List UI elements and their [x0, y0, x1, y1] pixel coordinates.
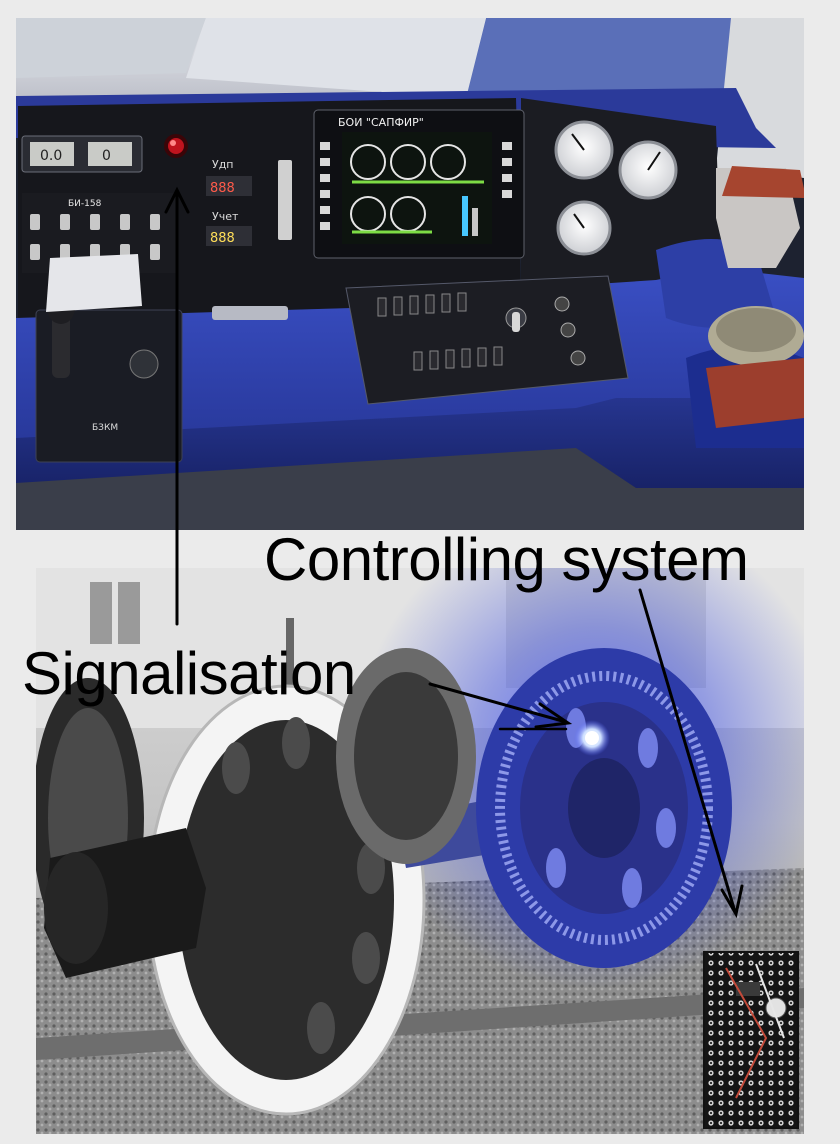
svg-text:0: 0	[102, 148, 111, 164]
svg-text:888: 888	[210, 231, 235, 246]
boi-title: БОИ "САПФИР"	[338, 116, 424, 129]
console-photo: 0.0 0 БИ-158 Удп 888 Учет 888 БОИ "САПФИ…	[16, 18, 804, 530]
bi-label: БИ-158	[68, 199, 102, 209]
poster: 0.0 0 БИ-158 Удп 888 Учет 888 БОИ "САПФИ…	[0, 0, 840, 1144]
svg-text:0.0: 0.0	[40, 148, 62, 164]
udp-label: Удп	[212, 158, 234, 171]
controlling-system-label: Controlling system	[264, 526, 749, 593]
red-signal-lamp	[168, 138, 184, 154]
uchet-label: Учет	[212, 210, 239, 223]
controller-board	[703, 951, 799, 1129]
bkm-label: БЗКМ	[92, 423, 118, 433]
svg-text:888: 888	[210, 181, 235, 196]
console-illustration: 0.0 0 БИ-158 Удп 888 Учет 888 БОИ "САПФИ…	[16, 18, 804, 530]
signalisation-label: Signalisation	[22, 640, 356, 707]
